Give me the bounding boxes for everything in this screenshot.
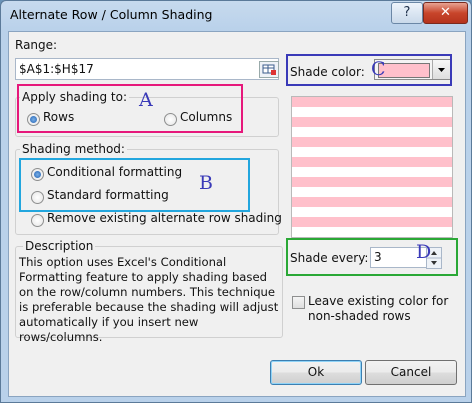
annotation-box-b xyxy=(19,158,250,212)
range-value: $A$1:$H$17 xyxy=(19,62,94,76)
preview-stripe xyxy=(292,97,452,107)
annotation-letter-b: B xyxy=(199,172,213,194)
description-text: This option uses Excel's Conditional For… xyxy=(19,255,279,344)
shading-preview xyxy=(291,96,453,238)
annotation-box-d xyxy=(286,238,458,276)
preview-stripe xyxy=(292,217,452,227)
leave-existing-checkbox[interactable] xyxy=(292,296,305,309)
dialog-title: Alternate Row / Column Shading xyxy=(10,7,213,22)
annotation-box-a xyxy=(17,84,243,133)
preview-stripe xyxy=(292,177,452,187)
remove-shading-label: Remove existing alternate row shading xyxy=(47,211,282,225)
preview-stripe xyxy=(292,117,452,127)
annotation-letter-d: D xyxy=(416,241,432,263)
close-button[interactable]: ✕ xyxy=(423,2,468,24)
preview-stripe xyxy=(292,127,452,137)
annotation-letter-a: A xyxy=(139,89,153,111)
description-legend: Description xyxy=(23,239,96,253)
preview-stripe xyxy=(292,147,452,157)
range-input[interactable]: $A$1:$H$17 xyxy=(15,58,279,80)
preview-stripe xyxy=(292,187,452,197)
help-button[interactable]: ? xyxy=(391,2,423,24)
remove-shading-radio[interactable] xyxy=(31,214,44,227)
preview-stripe xyxy=(292,137,452,147)
range-select-button[interactable] xyxy=(259,61,279,78)
dialog-body: Range: $A$1:$H$17 Apply shading to: Rows… xyxy=(8,31,466,397)
preview-stripe xyxy=(292,157,452,167)
range-select-icon xyxy=(262,64,276,75)
dialog-window: Alternate Row / Column Shading ? ✕ Range… xyxy=(0,0,472,403)
preview-stripe xyxy=(292,227,452,237)
leave-existing-label: Leave existing color for non-shaded rows xyxy=(308,294,449,323)
annotation-box-c xyxy=(286,54,452,86)
preview-stripe xyxy=(292,197,452,207)
cancel-button[interactable]: Cancel xyxy=(365,360,457,385)
ok-button[interactable]: Ok xyxy=(270,360,362,385)
range-label: Range: xyxy=(15,38,58,52)
annotation-letter-c: C xyxy=(371,58,386,80)
preview-stripe xyxy=(292,167,452,177)
title-bar[interactable]: Alternate Row / Column Shading ? ✕ xyxy=(1,1,471,31)
preview-stripe xyxy=(292,207,452,217)
preview-stripe xyxy=(292,107,452,117)
shading-method-legend: Shading method: xyxy=(20,142,127,156)
